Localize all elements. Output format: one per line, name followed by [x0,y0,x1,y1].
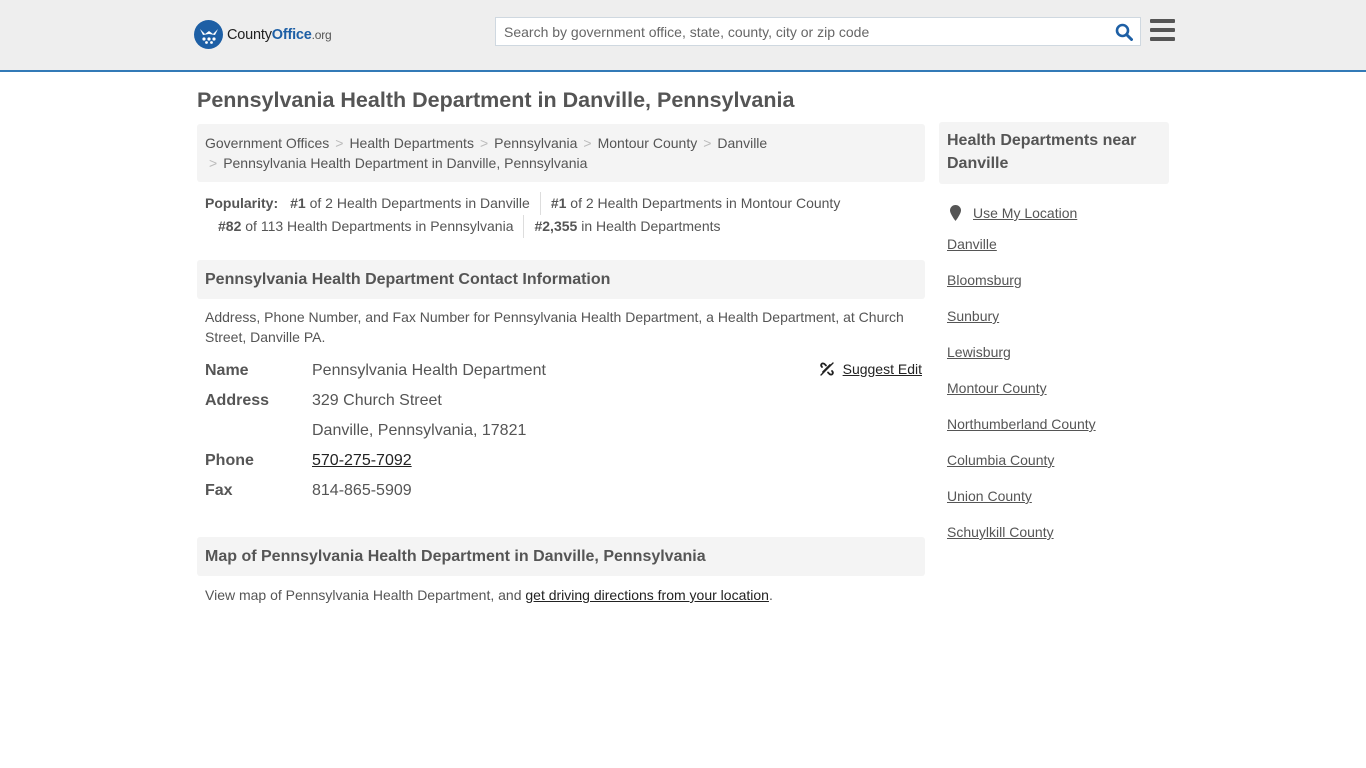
breadcrumb: Government Offices > Health Departments > Pe… [197,124,925,182]
hamburger-menu-icon[interactable] [1150,19,1175,41]
popularity-label: Popularity: [205,195,279,211]
logo-main: Office [271,26,312,43]
popularity-text: of 2 Health Departments in Montour Count… [570,195,841,211]
map-text: View map of Pennsylvania Health Departme… [205,587,526,603]
contact-heading: Pennsylvania Health Department Contact I… [197,260,925,299]
popularity-item: #1 of 2 Health Departments in Montour Co… [539,192,851,215]
list-item: Montour County [947,370,1161,406]
logo-prefix: County [227,26,272,43]
phone-value: 570-275-7092 [312,449,412,479]
nearby-list: Use My Location Danville Bloomsburg Sunb… [939,184,1169,550]
address-label: Address [205,392,270,409]
breadcrumb-separator: > [335,135,344,151]
search-box [495,17,1141,46]
menu-bar [1150,19,1175,23]
popularity-rank: #82 [218,218,242,234]
nearby-link-bloomsburg[interactable]: Bloomsburg [947,272,1022,288]
breadcrumb-separator: > [209,155,218,171]
search-input[interactable] [496,18,1108,45]
popularity-item: #82 of 113 Health Departments in Pennsyl… [205,215,523,238]
main-content: Government Offices > Health Departments > Pe… [197,124,925,605]
nearby-link-lewisburg[interactable]: Lewisburg [947,344,1011,360]
nearby-link-sunbury[interactable]: Sunbury [947,308,999,324]
list-item: Schuylkill County [947,514,1161,550]
popularity-rank: #1 [290,195,306,211]
site-header: CountyOffice.org [0,0,1366,72]
breadcrumb-separator: > [703,135,712,151]
popularity-item: #1 of 2 Health Departments in Danville [286,192,540,215]
nearby-link-columbia-county[interactable]: Columbia County [947,452,1054,468]
map-description: View map of Pennsylvania Health Departme… [197,576,925,605]
popularity-text: of 2 Health Departments in Danville [309,195,530,211]
logo-tld: .org [311,27,332,42]
phone-row: Phone 570-275-7092 [205,449,917,479]
site-logo[interactable]: CountyOffice.org [194,20,332,49]
breadcrumb-montour-county[interactable]: Montour County [598,135,698,151]
list-item: Danville [947,226,1161,262]
popularity-text: of 113 Health Departments in Pennsylvani… [245,218,514,234]
address-line1: 329 Church Street [312,392,442,409]
sidebar-heading: Health Departments near Danville [939,122,1169,184]
use-my-location-item: Use My Location [947,184,1161,226]
list-item: Bloomsburg [947,262,1161,298]
list-item: Columbia County [947,442,1161,478]
fax-label: Fax [205,482,233,499]
nearby-link-union-county[interactable]: Union County [947,488,1032,504]
popularity-rank: #2,355 [534,218,578,234]
phone-link[interactable]: 570-275-7092 [312,452,412,469]
list-item: Northumberland County [947,406,1161,442]
breadcrumb-danville[interactable]: Danville [717,135,767,151]
search-button[interactable] [1108,18,1140,45]
fax-value: 814-865-5909 [312,482,412,499]
name-label: Name [205,362,249,379]
popularity-item: #2,355 in Health Departments [523,215,730,238]
breadcrumb-current: Pennsylvania Health Department in Danvil… [223,155,588,171]
sidebar: Health Departments near Danville Use My … [939,122,1169,550]
search-icon [1115,23,1133,41]
broken-link-icon [819,362,834,376]
list-item: Union County [947,478,1161,514]
popularity-rank: #1 [550,195,567,211]
map-heading: Map of Pennsylvania Health Department in… [197,537,925,576]
breadcrumb-health-departments[interactable]: Health Departments [349,135,474,151]
popularity: Popularity: #1 of 2 Health Departments in… [197,182,925,238]
breadcrumb-separator: > [479,135,489,151]
map-text-end: . [768,587,773,603]
nearby-link-schuylkill-county[interactable]: Schuylkill County [947,524,1054,540]
suggest-edit-link[interactable]: Suggest Edit [819,361,922,377]
suggest-edit-label: Suggest Edit [842,361,922,377]
list-item: Lewisburg [947,334,1161,370]
breadcrumb-government-offices[interactable]: Government Offices [205,135,329,151]
popularity-text: in Health Departments [581,218,721,234]
map-pin-icon [950,205,961,221]
eagle-stars-icon [194,20,223,49]
list-item: Sunbury [947,298,1161,334]
menu-bar [1150,28,1175,32]
breadcrumb-pennsylvania[interactable]: Pennsylvania [494,135,577,151]
address-label-empty [205,419,312,449]
use-my-location-link[interactable]: Use My Location [973,203,1077,223]
nearby-link-northumberland-county[interactable]: Northumberland County [947,416,1096,432]
fax-row: Fax 814-865-5909 [205,479,917,509]
nearby-link-danville[interactable]: Danville [947,236,997,252]
contact-info: Suggest Edit Name Pennsylvania Health De… [197,347,925,509]
name-value: Pennsylvania Health Department [312,362,546,379]
menu-bar [1150,37,1175,41]
breadcrumb-separator: > [583,135,592,151]
phone-label: Phone [205,452,254,469]
address-line2: Danville, Pennsylvania, 17821 [312,422,527,439]
name-row: Name Pennsylvania Health Department [205,359,917,389]
contact-description: Address, Phone Number, and Fax Number fo… [205,309,904,345]
address-row-2: Danville, Pennsylvania, 17821 [205,419,917,449]
nearby-link-montour-county[interactable]: Montour County [947,380,1047,396]
address-row: Address 329 Church Street [205,389,917,419]
driving-directions-link[interactable]: get driving directions from your locatio… [525,587,769,603]
page-title: Pennsylvania Health Department in Danvil… [197,88,795,112]
logo-wordmark: CountyOffice.org [227,27,332,43]
